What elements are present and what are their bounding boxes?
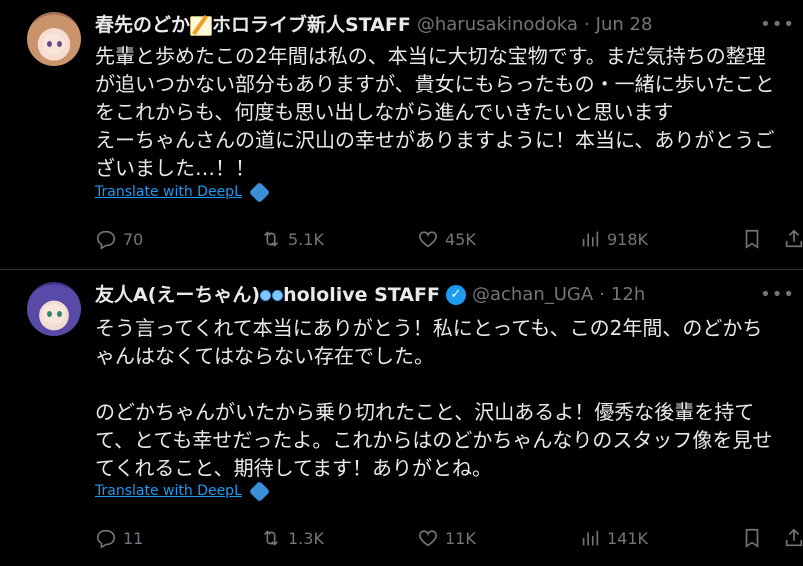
avatar[interactable] xyxy=(27,12,81,66)
tweet-header: 春先のどか ホロライブ新人STAFF @harusakinodoka · Jun … xyxy=(95,12,652,38)
tweet-header: 友人A(えーちゃん) hololive STAFF ✓ @achan_UGA · … xyxy=(95,282,645,308)
heart-icon xyxy=(418,530,438,547)
glasses-emoji-icon xyxy=(260,290,284,301)
heart-icon xyxy=(418,231,438,248)
separator-dot: · xyxy=(583,14,590,35)
like-button[interactable]: 45K xyxy=(417,228,476,250)
avatar-eye xyxy=(47,41,52,47)
display-name[interactable]: 友人A(えーちゃん) hololive STAFF xyxy=(95,282,440,308)
bookmark-button[interactable] xyxy=(741,527,763,549)
more-options-icon[interactable]: ••• xyxy=(760,14,795,35)
like-button[interactable]: 11K xyxy=(417,527,476,549)
display-name-text: 春先のどか xyxy=(95,14,191,36)
share-icon xyxy=(785,229,803,248)
views-count: 141K xyxy=(607,528,649,548)
bar-chart-icon xyxy=(582,231,599,247)
more-options-icon[interactable]: ••• xyxy=(760,284,795,305)
bar-chart-icon xyxy=(582,530,599,546)
display-name-text: 友人A(えーちゃん) xyxy=(95,284,261,306)
retweet-icon xyxy=(263,530,279,546)
translate-link[interactable]: Translate with DeepL xyxy=(95,480,270,502)
bookmark-icon xyxy=(745,229,759,249)
deepl-icon xyxy=(248,181,270,203)
retweet-count: 1.3K xyxy=(288,528,324,548)
reply-count: 11 xyxy=(123,528,144,548)
avatar-eye xyxy=(57,41,62,47)
verified-badge-icon[interactable]: ✓ xyxy=(445,285,466,305)
user-handle[interactable]: @harusakinodoka xyxy=(417,12,578,38)
separator-dot: · xyxy=(599,284,605,305)
display-name-suffix: ホロライブ新人STAFF xyxy=(212,14,411,36)
reply-button[interactable]: 11 xyxy=(95,527,143,549)
timestamp[interactable]: Jun 28 xyxy=(596,12,653,38)
avatar-eye xyxy=(57,311,62,317)
tweet-text: 先輩と歩めたこの2年間は私の、本当に大切な宝物です。まだ気持ちの整理 が追いつか… xyxy=(95,44,775,180)
translate-label: Translate with DeepL xyxy=(95,483,242,499)
avatar-eye xyxy=(47,311,52,317)
action-bar: 70 5.1K 45K 918K xyxy=(95,228,803,254)
memo-emoji-icon xyxy=(190,15,213,36)
views-button[interactable]: 141K xyxy=(579,527,648,549)
views-count: 918K xyxy=(607,229,649,249)
tweet-text: そう言ってくれて本当にありがとう！私にとっても、この2年間、のどかち ゃんはなく… xyxy=(95,316,773,480)
reply-icon xyxy=(96,230,116,250)
action-bar: 11 1.3K 11K 141K xyxy=(95,527,803,553)
reply-icon xyxy=(96,529,116,549)
like-count: 45K xyxy=(445,229,476,249)
bookmark-button[interactable] xyxy=(741,228,763,250)
bookmark-icon xyxy=(745,528,759,548)
avatar[interactable] xyxy=(27,282,81,336)
translate-link[interactable]: Translate with DeepL xyxy=(95,181,270,203)
display-name-suffix: hololive STAFF xyxy=(283,284,440,306)
reply-button[interactable]: 70 xyxy=(95,228,143,250)
timestamp[interactable]: 12h xyxy=(611,282,645,308)
share-button[interactable] xyxy=(783,228,803,250)
user-handle[interactable]: @achan_UGA xyxy=(472,282,593,308)
retweet-button[interactable]: 5.1K xyxy=(260,228,324,250)
share-button[interactable] xyxy=(783,527,803,549)
retweet-icon xyxy=(263,231,279,247)
tweet[interactable]: 友人A(えーちゃん) hololive STAFF ✓ @achan_UGA · … xyxy=(0,270,803,566)
like-count: 11K xyxy=(445,528,476,548)
translate-label: Translate with DeepL xyxy=(95,184,242,200)
display-name[interactable]: 春先のどか ホロライブ新人STAFF xyxy=(95,12,411,38)
retweet-button[interactable]: 1.3K xyxy=(260,527,324,549)
deepl-icon xyxy=(248,480,270,502)
reply-count: 70 xyxy=(123,229,144,249)
tweet[interactable]: 春先のどか ホロライブ新人STAFF @harusakinodoka · Jun … xyxy=(0,0,803,270)
share-icon xyxy=(785,528,803,547)
retweet-count: 5.1K xyxy=(288,229,324,249)
views-button[interactable]: 918K xyxy=(579,228,648,250)
